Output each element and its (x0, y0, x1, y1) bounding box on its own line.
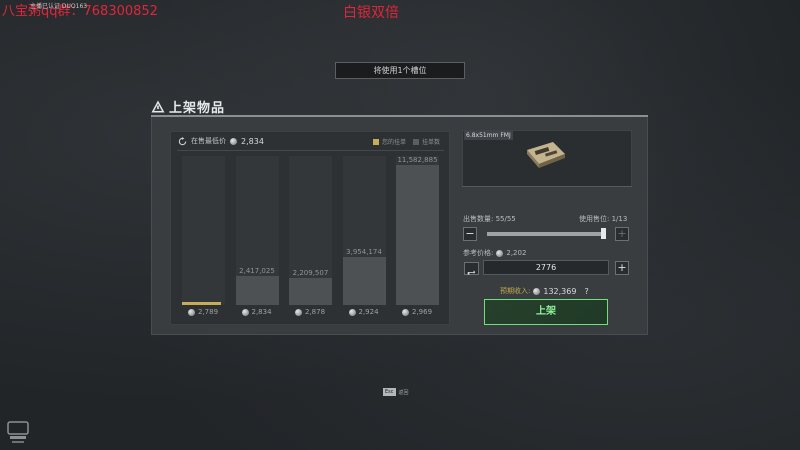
streaming-logo-icon (7, 421, 29, 443)
chart-tick-label: 2,789 (188, 308, 218, 316)
escape-hint[interactable]: Esc 返回 (383, 388, 409, 396)
chart-bar[interactable] (289, 278, 332, 305)
chart-header-divider (177, 150, 444, 151)
sell-quantity-label: 出售数量: 55/55 (463, 215, 516, 223)
quantity-slider-handle[interactable] (601, 228, 606, 239)
list-item-button[interactable]: 上架 (484, 299, 608, 325)
hand-pointer-icon (467, 270, 476, 275)
coin-icon (188, 308, 195, 316)
legend-other-label: 挂单数 (422, 139, 441, 146)
legend-other-swatch (413, 138, 420, 145)
chart-bar[interactable] (396, 165, 439, 305)
coin-icon (496, 249, 504, 257)
chart-tick-label: 2,878 (295, 308, 325, 316)
coin-icon (402, 308, 409, 316)
legend-mine-label: 您的挂单 (382, 139, 407, 146)
coin-icon (533, 287, 541, 295)
reference-price-label: 参考价格: (463, 249, 494, 257)
panel-header: 上架物品 (151, 97, 225, 116)
esc-key-icon: Esc (383, 388, 396, 396)
decrease-quantity-button[interactable]: − (463, 227, 477, 241)
increase-quantity-button[interactable]: + (615, 227, 629, 241)
escape-hint-label: 返回 (398, 389, 409, 396)
chart-bar[interactable] (235, 275, 279, 305)
help-icon[interactable]: ? (584, 287, 588, 296)
increase-price-button[interactable]: + (615, 261, 629, 275)
coin-icon (241, 308, 249, 316)
stream-overlay-text: 八宝粥qq群：768300852 主播已认证 DUO163 (2, 3, 158, 19)
reference-price-row: 参考价格: 2,202 (463, 248, 526, 258)
lowest-price-value: 2,834 (241, 136, 264, 146)
stream-overlay-tiny-text: 主播已认证 DUO163 (30, 3, 88, 10)
use-reference-price-button[interactable] (464, 262, 479, 275)
expected-income-label: 预期收入: (500, 287, 531, 295)
chart-bar[interactable] (342, 257, 386, 305)
coin-icon (295, 308, 302, 316)
expected-income-row: 预期收入: 132,369 ? (500, 286, 589, 296)
expected-income-value: 132,369 (543, 286, 577, 296)
chart-tick-label: 2,834 (241, 308, 272, 316)
quantity-slider[interactable] (487, 232, 605, 236)
item-name: 6.8x51mm FMJ (464, 131, 513, 140)
item-preview-underline (462, 186, 632, 187)
legend-mine-swatch (373, 138, 379, 145)
stream-overlay-title: 白银双倍 (343, 5, 399, 21)
ammo-box-icon (527, 142, 565, 168)
chart-column-bg (182, 156, 225, 305)
price-input[interactable] (483, 260, 609, 275)
chart-data-label: 11,582,885 (397, 156, 438, 164)
lowest-price-label: 在售最低价 (191, 137, 226, 145)
refresh-icon[interactable] (178, 136, 187, 146)
panel-title: 上架物品 (169, 101, 226, 116)
chart-data-label: 2,417,025 (239, 266, 275, 275)
chart-header: 在售最低价 2,834 (178, 136, 264, 146)
slot-usage-label: 使用售位: 1/13 (579, 215, 628, 223)
reference-price-value: 2,202 (506, 249, 527, 257)
chart-data-label: 3,954,174 (346, 248, 382, 257)
coin-icon (348, 308, 356, 316)
warning-triangle-icon (151, 100, 165, 113)
chart-tick-label: 2,969 (402, 308, 432, 316)
slot-usage-banner: 将使用1个槽位 (335, 62, 465, 79)
chart-legend: 您的挂单 挂单数 (373, 137, 440, 146)
chart-data-label: 2,209,507 (292, 269, 329, 278)
chart-tick-label: 2,924 (348, 308, 379, 316)
coin-icon (230, 137, 237, 145)
chart-bar[interactable] (182, 302, 221, 305)
